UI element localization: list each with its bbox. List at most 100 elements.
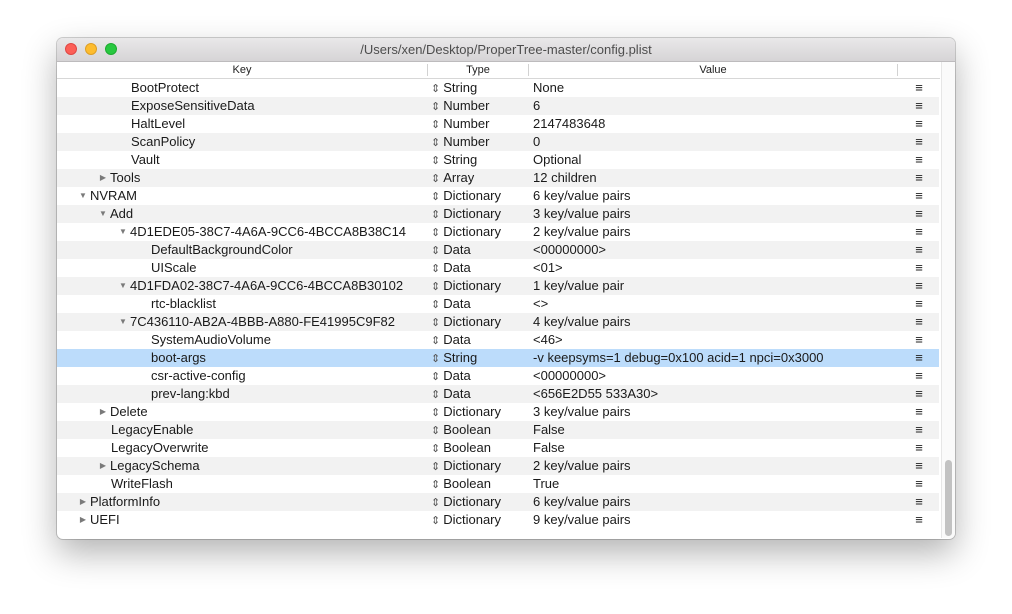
value-cell[interactable]: 3 key/value pairs [533, 403, 893, 421]
key-label[interactable]: csr-active-config [151, 367, 246, 385]
updown-arrows-icon[interactable]: ⇕ [431, 227, 440, 239]
type-cell[interactable]: ⇕ Dictionary [431, 511, 527, 529]
type-cell[interactable]: ⇕ Dictionary [431, 493, 527, 511]
updown-arrows-icon[interactable]: ⇕ [431, 101, 440, 113]
type-cell[interactable]: ⇕ Data [431, 259, 527, 277]
value-cell[interactable]: <00000000> [533, 241, 893, 259]
hamburger-menu-icon[interactable]: ≡ [909, 331, 929, 349]
updown-arrows-icon[interactable]: ⇕ [431, 407, 440, 419]
tree-row[interactable]: ▼ 4D1FDA02-38C7-4A6A-9CC6-4BCCA8B30102 ⇕ Di… [57, 277, 939, 295]
tree-row[interactable]: UIScale ⇕ Data <01> ≡ [57, 259, 939, 277]
tree-row[interactable]: ▶ Tools ⇕ Array 12 children ≡ [57, 169, 939, 187]
key-label[interactable]: NVRAM [90, 187, 137, 205]
updown-arrows-icon[interactable]: ⇕ [431, 209, 440, 221]
tree-row[interactable]: ExposeSensitiveData ⇕ Number 6 ≡ [57, 97, 939, 115]
disclosure-expanded-icon[interactable]: ▼ [78, 187, 88, 205]
type-cell[interactable]: ⇕ Number [431, 133, 527, 151]
value-cell[interactable]: 6 key/value pairs [533, 187, 893, 205]
key-label[interactable]: PlatformInfo [90, 493, 160, 511]
value-cell[interactable]: 2 key/value pairs [533, 223, 893, 241]
updown-arrows-icon[interactable]: ⇕ [431, 515, 440, 527]
tree-row[interactable]: ▼ 7C436110-AB2A-4BBB-A880-FE41995C9F82 ⇕ Di… [57, 313, 939, 331]
hamburger-menu-icon[interactable]: ≡ [909, 457, 929, 475]
hamburger-menu-icon[interactable]: ≡ [909, 439, 929, 457]
hamburger-menu-icon[interactable]: ≡ [909, 367, 929, 385]
value-cell[interactable]: 6 [533, 97, 893, 115]
tree-row[interactable]: LegacyOverwrite ⇕ Boolean False ≡ [57, 439, 939, 457]
updown-arrows-icon[interactable]: ⇕ [431, 191, 440, 203]
hamburger-menu-icon[interactable]: ≡ [909, 205, 929, 223]
type-cell[interactable]: ⇕ Boolean [431, 421, 527, 439]
tree-row[interactable]: ScanPolicy ⇕ Number 0 ≡ [57, 133, 939, 151]
type-cell[interactable]: ⇕ Data [431, 331, 527, 349]
value-cell[interactable]: False [533, 421, 893, 439]
type-cell[interactable]: ⇕ String [431, 79, 527, 97]
type-cell[interactable]: ⇕ Dictionary [431, 223, 527, 241]
key-label[interactable]: Tools [110, 169, 140, 187]
key-label[interactable]: HaltLevel [131, 115, 185, 133]
updown-arrows-icon[interactable]: ⇕ [431, 317, 440, 329]
value-cell[interactable]: 1 key/value pair [533, 277, 893, 295]
updown-arrows-icon[interactable]: ⇕ [431, 83, 440, 95]
hamburger-menu-icon[interactable]: ≡ [909, 223, 929, 241]
tree-row[interactable]: ▶ Delete ⇕ Dictionary 3 key/value pairs ≡ [57, 403, 939, 421]
hamburger-menu-icon[interactable]: ≡ [909, 187, 929, 205]
type-cell[interactable]: ⇕ Array [431, 169, 527, 187]
scrollbar-thumb[interactable] [945, 460, 952, 536]
type-cell[interactable]: ⇕ Number [431, 97, 527, 115]
hamburger-menu-icon[interactable]: ≡ [909, 349, 929, 367]
disclosure-collapsed-icon[interactable]: ▶ [98, 403, 108, 421]
disclosure-expanded-icon[interactable]: ▼ [98, 205, 108, 223]
disclosure-expanded-icon[interactable]: ▼ [118, 223, 128, 241]
type-cell[interactable]: ⇕ Dictionary [431, 187, 527, 205]
type-cell[interactable]: ⇕ Dictionary [431, 457, 527, 475]
tree-row[interactable]: LegacyEnable ⇕ Boolean False ≡ [57, 421, 939, 439]
type-cell[interactable]: ⇕ Boolean [431, 439, 527, 457]
tree-row[interactable]: ▼ Add ⇕ Dictionary 3 key/value pairs ≡ [57, 205, 939, 223]
disclosure-expanded-icon[interactable]: ▼ [118, 313, 128, 331]
value-cell[interactable]: 12 children [533, 169, 893, 187]
value-cell[interactable]: 0 [533, 133, 893, 151]
disclosure-collapsed-icon[interactable]: ▶ [98, 457, 108, 475]
type-cell[interactable]: ⇕ Data [431, 241, 527, 259]
updown-arrows-icon[interactable]: ⇕ [431, 263, 440, 275]
value-cell[interactable]: 3 key/value pairs [533, 205, 893, 223]
updown-arrows-icon[interactable]: ⇕ [431, 155, 440, 167]
tree-row[interactable]: ▼ NVRAM ⇕ Dictionary 6 key/value pairs ≡ [57, 187, 939, 205]
value-cell[interactable]: True [533, 475, 893, 493]
tree-row[interactable]: ▶ UEFI ⇕ Dictionary 9 key/value pairs ≡ [57, 511, 939, 529]
hamburger-menu-icon[interactable]: ≡ [909, 475, 929, 493]
key-label[interactable]: ScanPolicy [131, 133, 195, 151]
column-header-type[interactable]: Type [428, 63, 528, 77]
value-cell[interactable]: <46> [533, 331, 893, 349]
hamburger-menu-icon[interactable]: ≡ [909, 259, 929, 277]
key-label[interactable]: 4D1EDE05-38C7-4A6A-9CC6-4BCCA8B38C14 [130, 223, 406, 241]
key-label[interactable]: Delete [110, 403, 148, 421]
tree-row[interactable]: ▼ 4D1EDE05-38C7-4A6A-9CC6-4BCCA8B38C14 ⇕ Di… [57, 223, 939, 241]
value-cell[interactable]: 2147483648 [533, 115, 893, 133]
tree-row[interactable]: prev-lang:kbd ⇕ Data <656E2D55 533A30> ≡ [57, 385, 939, 403]
key-label[interactable]: boot-args [151, 349, 206, 367]
value-cell[interactable]: 9 key/value pairs [533, 511, 893, 529]
disclosure-collapsed-icon[interactable]: ▶ [78, 511, 88, 529]
key-label[interactable]: Add [110, 205, 133, 223]
type-cell[interactable]: ⇕ String [431, 151, 527, 169]
updown-arrows-icon[interactable]: ⇕ [431, 443, 440, 455]
hamburger-menu-icon[interactable]: ≡ [909, 115, 929, 133]
hamburger-menu-icon[interactable]: ≡ [909, 421, 929, 439]
column-header-key[interactable]: Key [57, 63, 427, 77]
type-cell[interactable]: ⇕ Data [431, 385, 527, 403]
type-cell[interactable]: ⇕ String [431, 349, 527, 367]
key-label[interactable]: 4D1FDA02-38C7-4A6A-9CC6-4BCCA8B30102 [130, 277, 403, 295]
updown-arrows-icon[interactable]: ⇕ [431, 137, 440, 149]
hamburger-menu-icon[interactable]: ≡ [909, 97, 929, 115]
type-cell[interactable]: ⇕ Dictionary [431, 313, 527, 331]
tree-row[interactable]: DefaultBackgroundColor ⇕ Data <00000000> ≡ [57, 241, 939, 259]
key-label[interactable]: ExposeSensitiveData [131, 97, 255, 115]
type-cell[interactable]: ⇕ Boolean [431, 475, 527, 493]
tree-row[interactable]: ▶ LegacySchema ⇕ Dictionary 2 key/value pair… [57, 457, 939, 475]
key-label[interactable]: LegacyOverwrite [111, 439, 209, 457]
disclosure-collapsed-icon[interactable]: ▶ [98, 169, 108, 187]
column-divider[interactable] [897, 64, 898, 76]
value-cell[interactable]: None [533, 79, 893, 97]
